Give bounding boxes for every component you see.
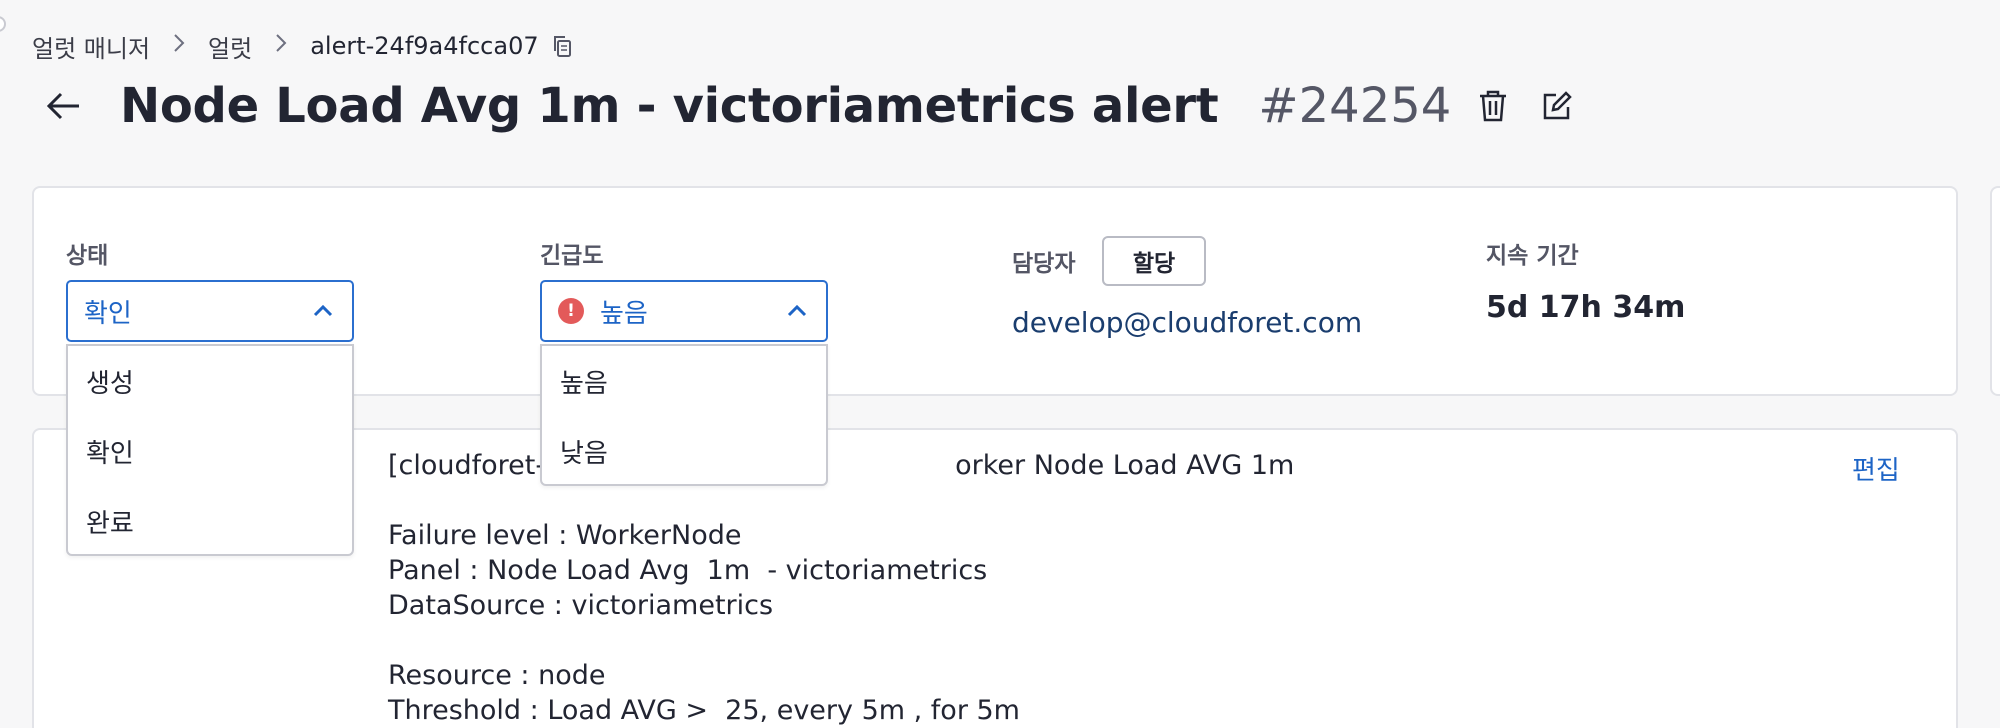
breadcrumb: 얼럿 매니저 얼럿 alert-24f9a4fcca07 — [32, 28, 575, 64]
state-dropdown-menu: 생성 확인 완료 — [66, 344, 354, 556]
chevron-up-icon — [310, 298, 336, 324]
description-line: Threshold : Load AVG > 25, every 5m , fo… — [388, 695, 1020, 726]
state-label: 상태 — [66, 243, 109, 269]
description-title-start: [cloudforet- — [388, 450, 546, 481]
page-title: Node Load Avg 1m - victoriametrics alert — [120, 78, 1219, 134]
description-title-end: orker Node Load AVG 1m — [955, 450, 1295, 481]
urgency-label: 긴급도 — [540, 243, 604, 269]
description-line: Failure level : WorkerNode — [388, 520, 742, 551]
assignee-label: 담당자 — [1012, 251, 1076, 277]
title-row: Node Load Avg 1m - victoriametrics alert… — [40, 72, 1579, 140]
description-line: Resource : node — [388, 660, 606, 691]
breadcrumb-item-alert-manager[interactable]: 얼럿 매니저 — [32, 29, 150, 64]
state-option-acknowledged[interactable]: 확인 — [68, 416, 352, 486]
delete-icon[interactable] — [1471, 84, 1515, 128]
alert-detail-page: 얼럿 매니저 얼럿 alert-24f9a4fcca07 Node Load A… — [0, 0, 2000, 728]
edit-description-link[interactable]: 편집 — [1852, 450, 1900, 487]
edge-indicator — [0, 16, 6, 32]
alert-circle-icon: ! — [558, 298, 584, 324]
urgency-option-low[interactable]: 낮음 — [542, 416, 826, 486]
duration-label: 지속 기간 — [1486, 243, 1579, 269]
urgency-select-value: 높음 — [600, 298, 648, 329]
chevron-right-icon — [274, 32, 288, 60]
description-line: Panel : Node Load Avg 1m - victoriametri… — [388, 555, 988, 586]
back-arrow-icon[interactable] — [40, 83, 86, 129]
duration-value: 5d 17h 34m — [1486, 290, 1686, 325]
state-select-value: 확인 — [84, 298, 132, 329]
assign-button[interactable]: 할당 — [1102, 236, 1206, 286]
alert-description: [cloudforet-orker Node Load AVG 1m Failu… — [388, 448, 1294, 728]
chevron-up-icon — [784, 298, 810, 324]
urgency-option-high[interactable]: 높음 — [542, 346, 826, 416]
state-select[interactable]: 확인 — [66, 280, 354, 342]
breadcrumb-current: alert-24f9a4fcca07 — [310, 32, 539, 60]
assignee-email: develop@cloudforet.com — [1012, 306, 1363, 339]
urgency-dropdown-menu: 높음 낮음 — [540, 344, 828, 486]
description-line: DataSource : victoriametrics — [388, 590, 774, 621]
side-card-edge — [1990, 186, 2000, 396]
state-option-resolved[interactable]: 완료 — [68, 486, 352, 556]
state-option-created[interactable]: 생성 — [68, 346, 352, 416]
chevron-right-icon — [172, 32, 186, 60]
breadcrumb-item-alert[interactable]: 얼럿 — [208, 29, 252, 64]
urgency-select[interactable]: ! 높음 — [540, 280, 828, 342]
edit-icon[interactable] — [1535, 84, 1579, 128]
alert-number: #24254 — [1258, 78, 1452, 134]
copy-icon[interactable] — [549, 33, 575, 59]
